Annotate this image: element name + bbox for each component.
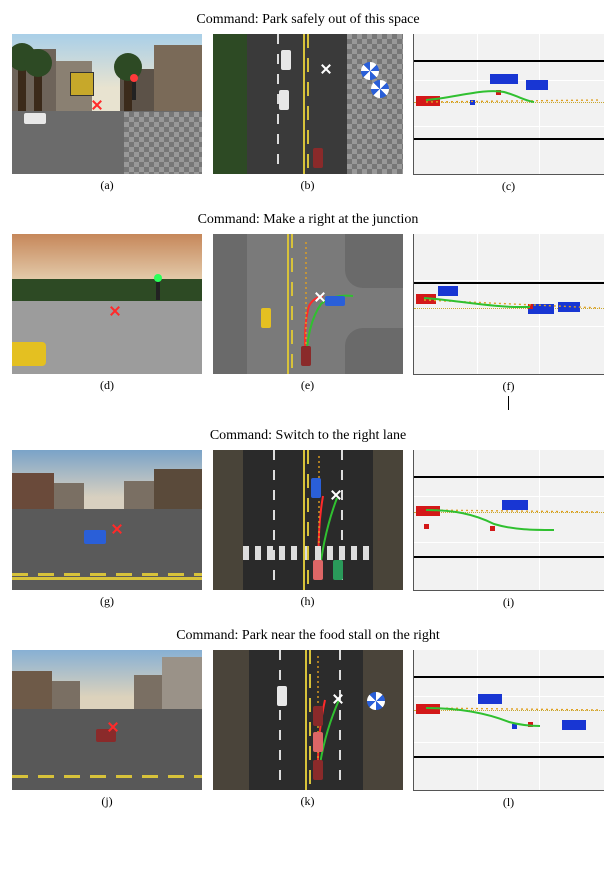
command-text: Command: Make a right at the junction bbox=[12, 212, 604, 228]
panel-c bbox=[413, 34, 604, 175]
panel-h-wrap: (h) bbox=[213, 450, 403, 610]
panels-row: (a) ( bbox=[12, 34, 604, 194]
caption: (c) bbox=[413, 179, 604, 194]
caption: (d) bbox=[12, 378, 202, 393]
panels-row: (j) (k) bbox=[12, 650, 604, 810]
command-text: Command: Park near the food stall on the… bbox=[12, 628, 604, 644]
umbrella-icon bbox=[367, 692, 385, 710]
panel-g-wrap: (g) bbox=[12, 450, 202, 610]
panels-row: (d) (e) bbox=[12, 234, 604, 410]
caption: (b) bbox=[213, 178, 403, 193]
target-x-icon bbox=[108, 722, 118, 732]
panel-f bbox=[413, 234, 604, 375]
target-x-icon bbox=[112, 524, 122, 534]
figure-row-1: Command: Park safely out of this space bbox=[12, 12, 604, 194]
umbrella-icon bbox=[361, 62, 379, 80]
command-text: Command: Park safely out of this space bbox=[12, 12, 604, 28]
figure-row-4: Command: Park near the food stall on the… bbox=[12, 628, 604, 810]
target-x-icon bbox=[333, 694, 343, 704]
panel-l-wrap: (l) bbox=[413, 650, 604, 810]
panel-k bbox=[213, 650, 403, 790]
panel-h bbox=[213, 450, 403, 590]
panel-a-wrap: (a) bbox=[12, 34, 202, 194]
figure-row-2: Command: Make a right at the junction (d… bbox=[12, 212, 604, 410]
panel-i-wrap: (i) bbox=[413, 450, 604, 610]
target-x-icon bbox=[331, 490, 341, 500]
caption: (k) bbox=[213, 794, 403, 809]
panel-b-wrap: (b) bbox=[213, 34, 403, 194]
panel-f-wrap: (f) bbox=[413, 234, 604, 410]
chart-trajectory bbox=[414, 450, 604, 590]
target-x-icon bbox=[92, 100, 102, 110]
panel-k-wrap: (k) bbox=[213, 650, 403, 810]
panel-j bbox=[12, 650, 202, 790]
caption: (a) bbox=[12, 178, 202, 193]
caption: (f) bbox=[413, 379, 604, 394]
caption: (g) bbox=[12, 594, 202, 609]
panel-j-wrap: (j) bbox=[12, 650, 202, 810]
caption: (i) bbox=[413, 595, 604, 610]
chart-trajectory bbox=[414, 650, 604, 790]
caption: (h) bbox=[213, 594, 403, 609]
caption: (l) bbox=[413, 795, 604, 810]
target-x-icon bbox=[321, 64, 331, 74]
chart-trajectory bbox=[414, 234, 604, 374]
chart-trajectory bbox=[414, 34, 604, 174]
panel-d-wrap: (d) bbox=[12, 234, 202, 410]
connector-line bbox=[508, 396, 509, 410]
panel-e bbox=[213, 234, 403, 374]
panel-e-wrap: (e) bbox=[213, 234, 403, 410]
figure-row-3: Command: Switch to the right lane bbox=[12, 428, 604, 610]
panel-i bbox=[413, 450, 604, 591]
panels-row: (g) (h) bbox=[12, 450, 604, 610]
command-text: Command: Switch to the right lane bbox=[12, 428, 604, 444]
caption: (e) bbox=[213, 378, 403, 393]
panel-d bbox=[12, 234, 202, 374]
panel-g bbox=[12, 450, 202, 590]
panel-l bbox=[413, 650, 604, 791]
target-x-icon bbox=[315, 292, 325, 302]
panel-a bbox=[12, 34, 202, 174]
caption: (j) bbox=[12, 794, 202, 809]
target-x-icon bbox=[110, 306, 120, 316]
panel-c-wrap: (c) bbox=[413, 34, 604, 194]
panel-b bbox=[213, 34, 403, 174]
umbrella-icon bbox=[371, 80, 389, 98]
